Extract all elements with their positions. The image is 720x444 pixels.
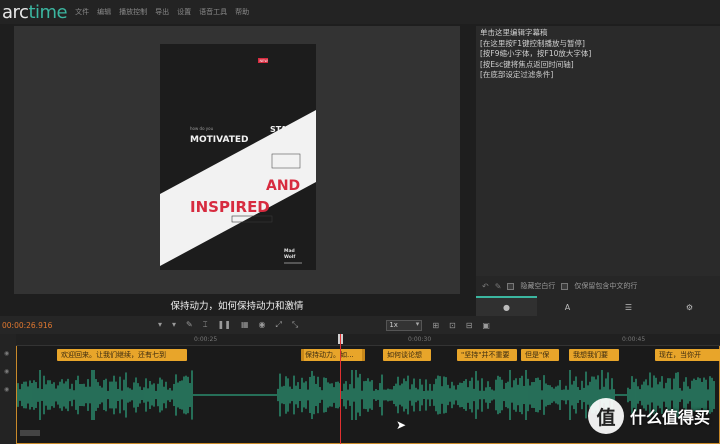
playhead[interactable]: [340, 334, 341, 444]
text-style-icon: A: [564, 302, 571, 312]
clip-text: 我想我们要: [573, 351, 608, 359]
time-ruler[interactable]: 0:00:25 0:00:30 0:00:45: [16, 334, 720, 346]
gear-icon: ⚙: [685, 302, 694, 312]
ruler-label: 0:00:45: [622, 336, 646, 343]
poster-brand-1: Mad: [284, 248, 295, 254]
pause-icon[interactable]: ❚❚: [218, 320, 231, 330]
marker-tool-icon[interactable]: ▾: [172, 320, 176, 330]
watermark-logo: 值: [587, 398, 624, 434]
menu-export[interactable]: 导出: [155, 7, 169, 17]
subtitle-clip[interactable]: 保持动力。如...: [301, 349, 365, 361]
menu-settings[interactable]: 设置: [177, 7, 191, 17]
subtitle-clip[interactable]: 但是"保: [521, 349, 559, 361]
watermark-text: 什么值得买: [629, 408, 710, 427]
split-tool-icon[interactable]: ⌶: [203, 320, 208, 330]
camera-icon[interactable]: ◉: [259, 320, 266, 330]
track-visibility-icon[interactable]: ◉: [4, 386, 9, 393]
poster-inspired: INSPIRED: [190, 198, 270, 216]
poster-brand-2: Wolf: [284, 254, 295, 260]
tab-text-style[interactable]: A: [537, 296, 598, 316]
track-headers: ◉ ◉ ◉: [0, 334, 16, 444]
chinese-only-checkbox[interactable]: [561, 282, 569, 290]
poster-small-line: how do you: [190, 126, 214, 131]
tab-list[interactable]: ☰: [598, 296, 659, 316]
list-icon: ☰: [624, 302, 633, 312]
zoom-in-icon[interactable]: ⊞: [432, 321, 439, 330]
hide-empty-lines-label: 隐藏空白行: [520, 282, 556, 290]
editor-line: [按Esc键将焦点返回时间轴]: [480, 59, 574, 69]
track-visibility-icon[interactable]: ◉: [4, 350, 9, 357]
subtitle-clip[interactable]: 如何谈论想: [383, 349, 431, 361]
clip-text: "坚持"并不重要: [461, 351, 510, 359]
editor-line: [在这里按F1键控制播放与暂停]: [480, 38, 585, 48]
clip-text: 欢迎回来。让我们继续，还有七到: [61, 351, 166, 359]
chat-icon: ●: [503, 302, 510, 312]
tab-subtitles[interactable]: ●: [476, 296, 537, 316]
poster-motivated: MOTIVATED: [190, 135, 248, 145]
ruler-label: 0:00:30: [408, 336, 432, 343]
menu-voice-tools[interactable]: 语音工具: [199, 7, 227, 17]
select-tool-icon[interactable]: ▾: [158, 320, 162, 330]
timeline-scrollbar[interactable]: [20, 430, 40, 436]
menu-help[interactable]: 帮助: [235, 7, 249, 17]
editor-line: [在底部设定过滤条件]: [480, 70, 554, 79]
main-menu: 文件 编辑 播放控制 导出 设置 语音工具 帮助: [75, 7, 249, 17]
poster-stay: STAY: [270, 125, 292, 134]
subtitle-clip[interactable]: "坚持"并不重要: [457, 349, 517, 361]
zoom-tools: ⊞ ⊡ ⊟ ▣: [432, 321, 490, 330]
subtitle-script-editor[interactable]: 单击这里编辑字幕稿 [在这里按F1键控制播放与暂停] [按F9缩小字体，按F10…: [476, 26, 720, 276]
editor-line: 单击这里编辑字幕稿: [480, 28, 548, 37]
film-icon[interactable]: ▦: [241, 320, 249, 330]
collapse-icon[interactable]: ⤡: [292, 320, 298, 330]
ruler-label: 0:00:25: [194, 336, 218, 343]
track-visibility-icon[interactable]: ◉: [4, 368, 9, 375]
current-timecode: 00:00:26.916: [2, 320, 53, 330]
clip-text: 保持动力。如...: [305, 351, 354, 359]
arctime-window: arctime 文件 编辑 播放控制 导出 设置 语音工具 帮助 NEW how…: [0, 0, 720, 444]
timeline-tools: ▾ ▾ ✎ ⌶ ❚❚ ▦ ◉ ⤢ ⤡: [158, 320, 298, 330]
watermark: 值 什么值得买: [587, 398, 710, 434]
poster-badge: NEW: [260, 59, 269, 63]
clip-text: 如何谈论想: [387, 351, 422, 359]
editor-line: [按F9缩小字体，按F10放大字体]: [480, 49, 592, 58]
current-subtitle: 保持动力，如何保持动力和激情: [170, 301, 304, 312]
hide-empty-lines-checkbox[interactable]: [507, 282, 515, 290]
fit-icon[interactable]: ⊡: [449, 321, 456, 330]
chinese-only-label: 仅保留包含中文的行: [574, 282, 638, 290]
snap-icon[interactable]: ▣: [482, 321, 490, 330]
tab-settings[interactable]: ⚙: [659, 296, 720, 316]
menu-bar: arctime 文件 编辑 播放控制 导出 设置 语音工具 帮助: [0, 0, 720, 24]
poster-and: AND: [266, 178, 300, 194]
clip-text: 但是"保: [525, 351, 550, 359]
playback-speed-select[interactable]: 1x: [386, 319, 423, 331]
undo-icon[interactable]: ↶: [482, 282, 489, 291]
subtitle-clip[interactable]: 欢迎回来。让我们继续，还有七到: [57, 349, 187, 361]
clip-text: 现在，当你开: [659, 351, 701, 359]
subtitle-preview-bar: 保持动力，如何保持动力和激情: [14, 294, 460, 316]
video-frame-poster: NEW how do you MOTIVATED STAY AND INSPIR…: [160, 44, 316, 270]
subtitle-clip[interactable]: 现在，当你开: [655, 349, 720, 361]
expand-icon[interactable]: ⤢: [276, 320, 282, 330]
menu-file[interactable]: 文件: [75, 7, 89, 17]
pen-tool-icon[interactable]: ✎: [186, 320, 193, 330]
app-logo: arctime: [2, 1, 68, 23]
subtitle-clip[interactable]: 我想我们要: [569, 349, 619, 361]
editor-tabs: ● A ☰ ⚙: [476, 296, 720, 316]
pencil-icon[interactable]: ✎: [495, 282, 502, 291]
menu-playback[interactable]: 播放控制: [119, 7, 147, 17]
timeline-toolbar: 00:00:26.916 ▾ ▾ ✎ ⌶ ❚❚ ▦ ◉ ⤢ ⤡ 1x ⊞ ⊡ ⊟…: [0, 316, 720, 334]
mouse-cursor-icon: ➤: [396, 418, 407, 432]
menu-edit[interactable]: 编辑: [97, 7, 111, 17]
editor-options-bar: ↶ ✎ 隐藏空白行 仅保留包含中文的行: [476, 276, 720, 296]
zoom-out-icon[interactable]: ⊟: [466, 321, 473, 330]
